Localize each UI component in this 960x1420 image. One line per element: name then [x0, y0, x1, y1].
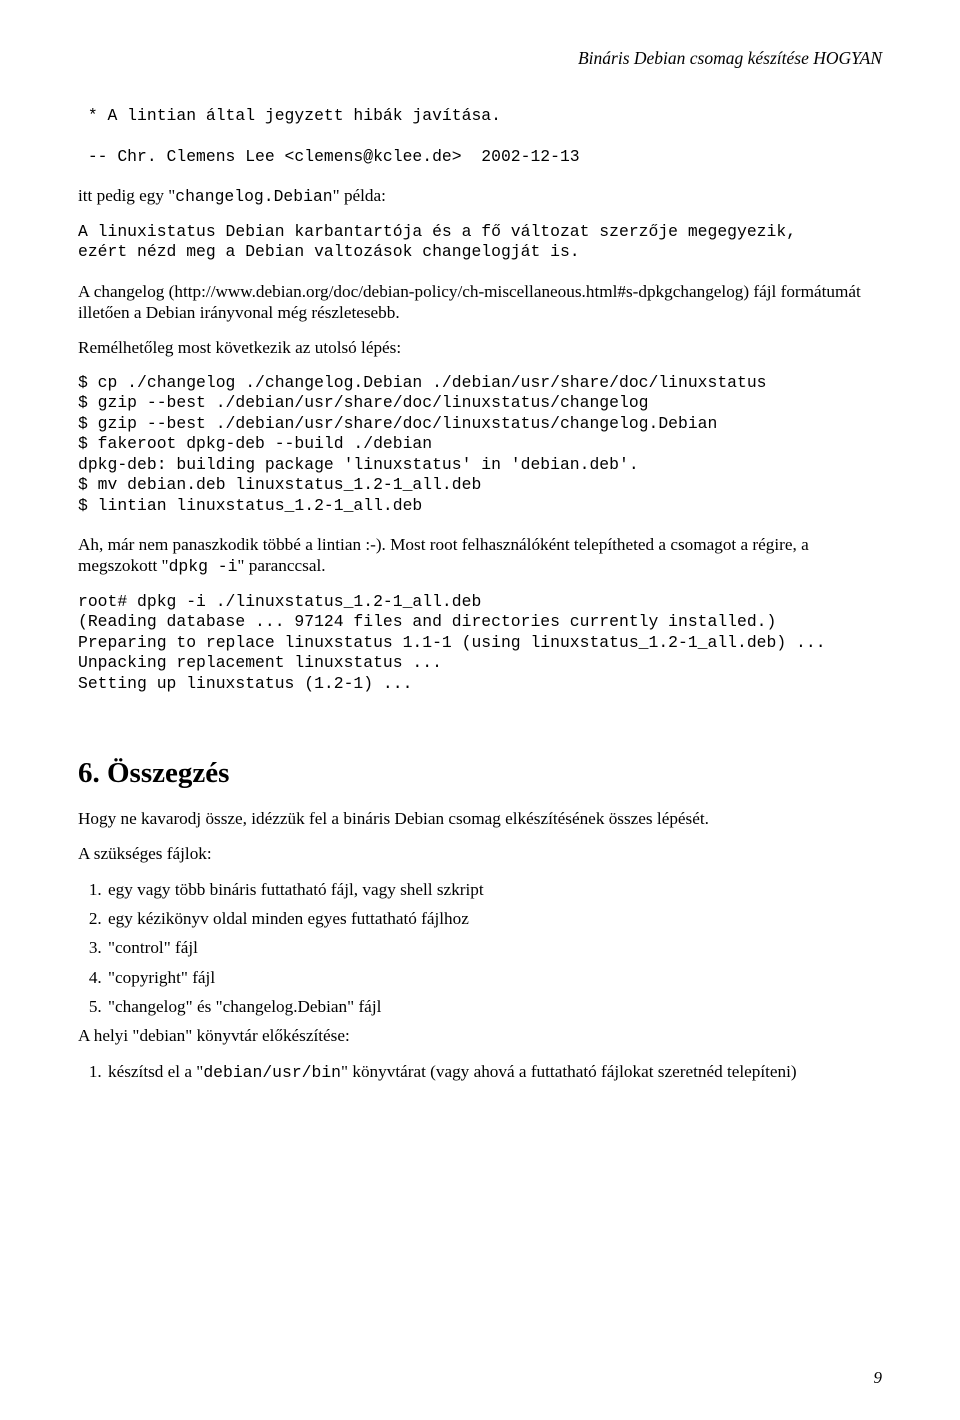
list-item: "control" fájl: [106, 937, 882, 958]
code-block-changelog-entry: * A lintian által jegyzett hibák javítás…: [78, 106, 882, 168]
ordered-list-required-files: egy vagy több bináris futtatható fájl, v…: [78, 879, 882, 1018]
code-block-build-commands: $ cp ./changelog ./changelog.Debian ./de…: [78, 373, 882, 517]
text-span: " paranccsal.: [237, 556, 325, 575]
ordered-list-prep-steps: készítsd el a "debian/usr/bin" könyvtára…: [78, 1061, 882, 1083]
running-header: Bináris Debian csomag készítése HOGYAN: [78, 48, 882, 70]
list-item: egy kézikönyv oldal minden egyes futtath…: [106, 908, 882, 929]
inline-code: changelog.Debian: [175, 187, 332, 206]
paragraph-summary-intro: Hogy ne kavarodj össze, idézzük fel a bi…: [78, 808, 882, 829]
paragraph-prep-debian-dir: A helyi "debian" könyvtár előkészítése:: [78, 1025, 882, 1046]
list-item: "changelog" és "changelog.Debian" fájl: [106, 996, 882, 1017]
inline-code: debian/usr/bin: [203, 1063, 341, 1082]
text-span: " példa:: [333, 186, 386, 205]
paragraph-changelog-debian-intro: itt pedig egy "changelog.Debian" példa:: [78, 185, 882, 207]
code-block-changelog-debian: A linuxistatus Debian karbantartója és a…: [78, 222, 882, 263]
section-heading-summary: 6. Összegzés: [78, 756, 882, 792]
paragraph-lintian-ok: Ah, már nem panaszkodik többé a lintian …: [78, 534, 882, 578]
list-item: "copyright" fájl: [106, 967, 882, 988]
list-item: készítsd el a "debian/usr/bin" könyvtára…: [106, 1061, 882, 1083]
page-container: Bináris Debian csomag készítése HOGYAN *…: [0, 0, 960, 1420]
paragraph-changelog-format: A changelog (http://www.debian.org/doc/d…: [78, 281, 882, 324]
paragraph-last-step: Remélhetőleg most következik az utolsó l…: [78, 337, 882, 358]
text-span: készítsd el a ": [108, 1062, 203, 1081]
paragraph-required-files: A szükséges fájlok:: [78, 843, 882, 864]
page-number: 9: [874, 1367, 883, 1388]
code-block-dpkg-install: root# dpkg -i ./linuxstatus_1.2-1_all.de…: [78, 592, 882, 695]
list-item: egy vagy több bináris futtatható fájl, v…: [106, 879, 882, 900]
inline-code: dpkg -i: [169, 557, 238, 576]
text-span: itt pedig egy ": [78, 186, 175, 205]
text-span: " könyvtárat (vagy ahová a futtatható fá…: [341, 1062, 797, 1081]
